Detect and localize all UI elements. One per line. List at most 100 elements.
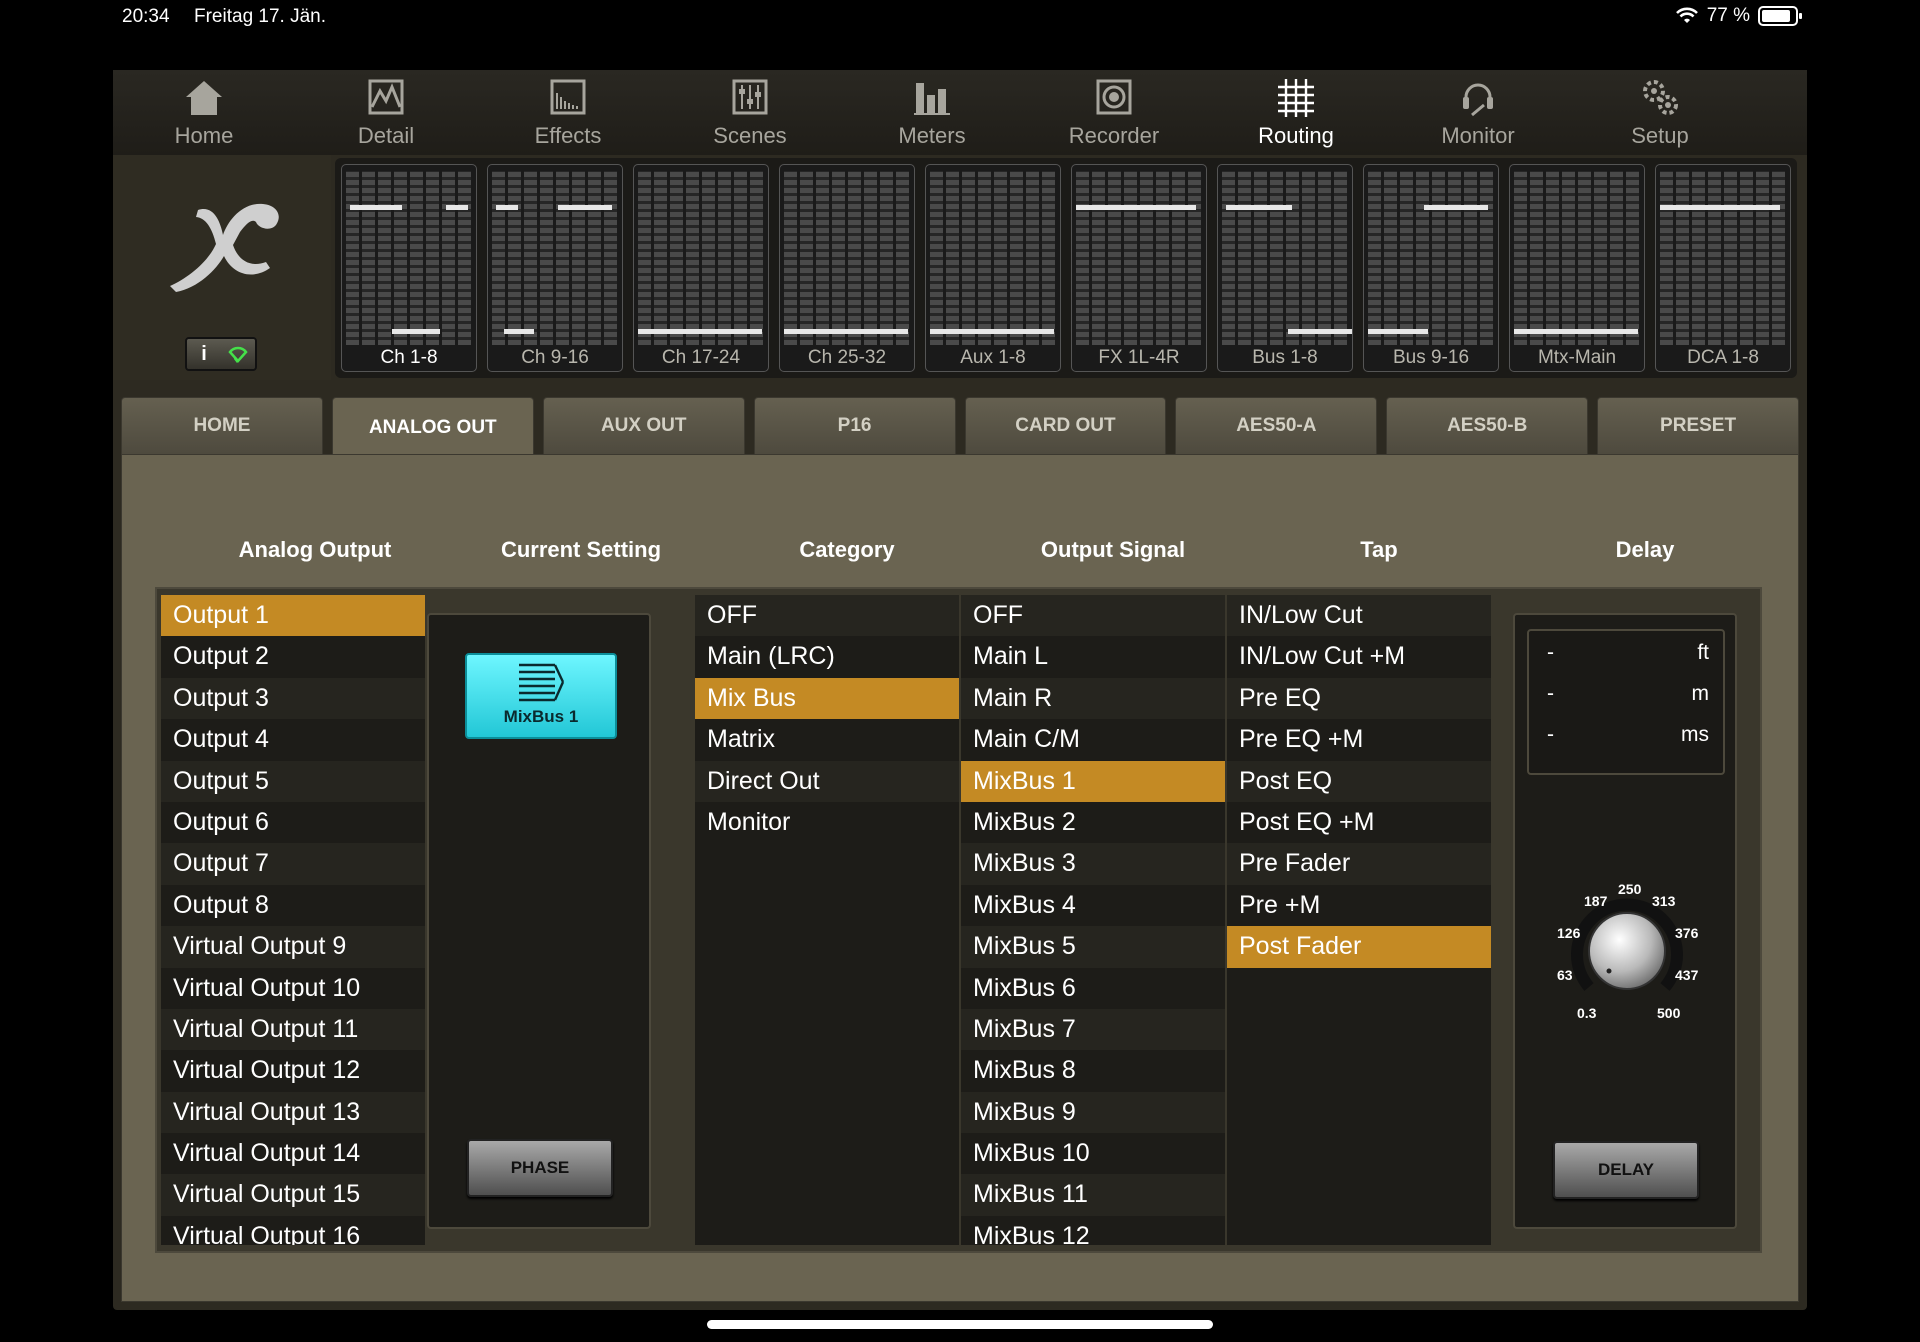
analog-output-item[interactable]: Output 3 — [161, 677, 425, 720]
analog-output-item[interactable]: Output 1 — [161, 595, 425, 637]
knob-tick: 313 — [1652, 893, 1676, 909]
tab-preset[interactable]: PRESET — [1597, 397, 1799, 454]
tab-aes50-b[interactable]: AES50-B — [1386, 397, 1589, 454]
category-item[interactable]: Matrix — [695, 719, 959, 761]
analog-output-item[interactable]: Output 4 — [161, 719, 425, 761]
info-button[interactable]: i — [187, 339, 221, 369]
tab-p16[interactable]: P16 — [753, 397, 956, 454]
delay-value: - — [1547, 641, 1554, 664]
output-signal-item[interactable]: MixBus 3 — [961, 843, 1225, 885]
status-bar: 20:34 Freitag 17. Jän. 77 % — [0, 0, 1920, 34]
meter-mtx-main[interactable]: Mtx-Main — [1509, 164, 1645, 372]
status-right: 77 % — [1675, 5, 1802, 27]
tap-item[interactable]: IN/Low Cut — [1227, 595, 1491, 637]
category-item[interactable]: Direct Out — [695, 760, 959, 802]
analog-output-item[interactable]: Virtual Output 12 — [161, 1050, 425, 1092]
analog-output-item[interactable]: Output 6 — [161, 801, 425, 844]
output-signal-item[interactable]: Main C/M — [961, 719, 1225, 761]
nav-detail[interactable]: Detail — [295, 70, 477, 155]
analog-output-item[interactable]: Output 7 — [161, 843, 425, 885]
output-signal-item[interactable]: MixBus 12 — [961, 1215, 1225, 1245]
analog-output-item[interactable]: Virtual Output 15 — [161, 1174, 425, 1216]
effects-icon — [550, 79, 586, 115]
tab-aux-out[interactable]: AUX OUT — [542, 397, 745, 454]
tap-item[interactable]: Post EQ — [1227, 760, 1491, 802]
analog-output-item[interactable]: Virtual Output 11 — [161, 1008, 425, 1051]
output-signal-item[interactable]: MixBus 2 — [961, 801, 1225, 844]
meter-bus-1-8[interactable]: Bus 1-8 — [1217, 164, 1353, 372]
meter-label: Ch 9-16 — [521, 347, 589, 368]
meter-aux-1-8[interactable]: Aux 1-8 — [925, 164, 1061, 372]
tap-item[interactable]: Pre EQ +M — [1227, 719, 1491, 761]
category-item[interactable]: Mix Bus — [695, 677, 959, 720]
meter-label: Ch 17-24 — [661, 347, 741, 368]
meter-grid — [1660, 171, 1786, 345]
tap-item[interactable]: IN/Low Cut +M — [1227, 636, 1491, 678]
nav-scenes[interactable]: Scenes — [659, 70, 841, 155]
tap-list: IN/Low Cut IN/Low Cut +M Pre EQ Pre EQ +M Po… — [1227, 595, 1491, 1245]
output-signal-item[interactable]: MixBus 11 — [961, 1174, 1225, 1216]
nav-home[interactable]: Home — [113, 70, 295, 155]
meter-fx-1l-4r[interactable]: FX 1L-4R — [1071, 164, 1207, 372]
tap-item[interactable]: Pre Fader — [1227, 843, 1491, 885]
meter-dca-1-8[interactable]: DCA 1-8 — [1655, 164, 1791, 372]
analog-output-item[interactable]: Virtual Output 14 — [161, 1133, 425, 1175]
nav-recorder[interactable]: Recorder — [1023, 70, 1205, 155]
analog-output-item[interactable]: Virtual Output 9 — [161, 926, 425, 968]
delay-knob[interactable] — [1567, 891, 1687, 1011]
tab-home[interactable]: HOME — [121, 397, 323, 454]
output-signal-item[interactable]: MixBus 6 — [961, 967, 1225, 1009]
nav-setup[interactable]: Setup — [1569, 70, 1751, 155]
category-item[interactable]: OFF — [695, 595, 959, 637]
analog-output-item[interactable]: Virtual Output 16 — [161, 1215, 425, 1245]
tab-card-out[interactable]: CARD OUT — [964, 397, 1167, 454]
nav-monitor[interactable]: Monitor — [1387, 70, 1569, 155]
nav-meters[interactable]: Meters — [841, 70, 1023, 155]
meter-label: Mtx-Main — [1537, 347, 1617, 368]
meter-ch-25-32[interactable]: Ch 25-32 — [779, 164, 915, 372]
nav-effects[interactable]: Effects — [477, 70, 659, 155]
battery-icon — [1758, 6, 1802, 26]
tap-item[interactable]: Post EQ +M — [1227, 801, 1491, 844]
tab-analog-out[interactable]: ANALOG OUT — [331, 397, 534, 457]
output-signal-item[interactable]: Main L — [961, 636, 1225, 678]
meter-grid — [1514, 171, 1640, 345]
nav-routing[interactable]: Routing — [1205, 70, 1387, 155]
tap-item[interactable]: Pre +M — [1227, 884, 1491, 927]
phase-button[interactable]: PHASE — [467, 1139, 613, 1197]
output-signal-item[interactable]: MixBus 4 — [961, 884, 1225, 927]
meter-level — [576, 205, 612, 210]
nav-label: Effects — [534, 123, 602, 148]
monitor-icon — [1463, 83, 1493, 117]
meter-bus-9-16[interactable]: Bus 9-16 — [1363, 164, 1499, 372]
output-signal-item[interactable]: MixBus 9 — [961, 1091, 1225, 1134]
meter-ch-1-8[interactable]: Ch 1-8 — [341, 164, 477, 372]
delay-readout: - ft - m - ms — [1527, 629, 1725, 775]
output-signal-item[interactable]: Main R — [961, 677, 1225, 720]
tap-item[interactable]: Post Fader — [1227, 926, 1491, 968]
analog-output-item[interactable]: Output 2 — [161, 636, 425, 678]
meter-ch-17-24[interactable]: Ch 17-24 — [633, 164, 769, 372]
scenes-icon — [732, 79, 768, 115]
output-signal-item[interactable]: MixBus 1 — [961, 760, 1225, 802]
analog-output-item[interactable]: Output 5 — [161, 760, 425, 802]
info-status-buttons: i — [185, 337, 257, 371]
output-signal-item[interactable]: MixBus 5 — [961, 926, 1225, 968]
output-signal-item[interactable]: MixBus 10 — [961, 1133, 1225, 1175]
tap-item[interactable]: Pre EQ — [1227, 677, 1491, 720]
wifi-status-icon[interactable] — [221, 339, 255, 369]
output-signal-item[interactable]: MixBus 8 — [961, 1050, 1225, 1092]
meter-ch-9-16[interactable]: Ch 9-16 — [487, 164, 623, 372]
nav-label: Home — [174, 123, 234, 148]
analog-output-item[interactable]: Virtual Output 10 — [161, 967, 425, 1009]
delay-button[interactable]: DELAY — [1553, 1141, 1699, 1199]
analog-output-item[interactable]: Virtual Output 13 — [161, 1091, 425, 1134]
category-item[interactable]: Main (LRC) — [695, 636, 959, 678]
analog-output-item[interactable]: Output 8 — [161, 884, 425, 927]
category-item[interactable]: Monitor — [695, 801, 959, 844]
output-signal-item[interactable]: MixBus 7 — [961, 1008, 1225, 1051]
x32-logo-icon — [170, 203, 279, 292]
tab-aes50-a[interactable]: AES50-A — [1175, 397, 1378, 454]
current-source-button[interactable]: MixBus 1 — [465, 653, 617, 739]
output-signal-item[interactable]: OFF — [961, 595, 1225, 637]
